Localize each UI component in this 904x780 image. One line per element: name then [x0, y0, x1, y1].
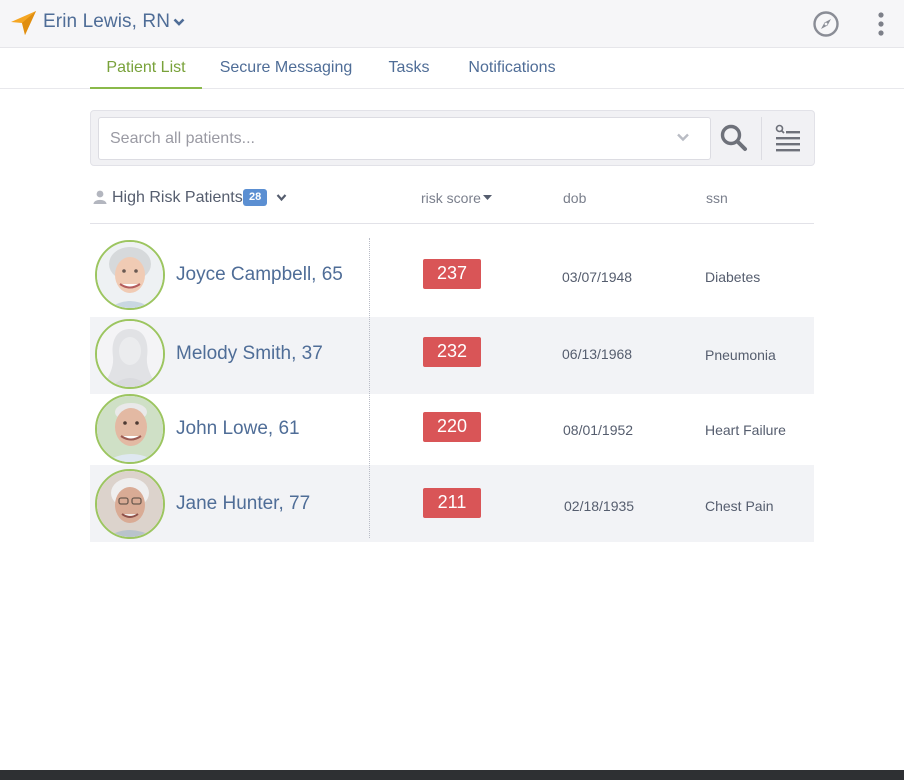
- person-icon: [93, 190, 107, 204]
- compass-icon[interactable]: [812, 10, 840, 38]
- column-header-ssn[interactable]: ssn: [706, 190, 728, 206]
- list-title[interactable]: High Risk Patients: [112, 189, 243, 207]
- bottom-bar: [0, 770, 904, 780]
- tab-patient-list[interactable]: Patient List: [90, 48, 202, 89]
- patient-photo: [97, 396, 163, 462]
- patient-name[interactable]: John Lowe, 61: [176, 418, 300, 440]
- search-input[interactable]: [98, 117, 711, 160]
- patient-row[interactable]: Jane Hunter, 77 211 02/18/1935 Chest Pai…: [90, 465, 814, 542]
- user-name[interactable]: Erin Lewis, RN: [43, 11, 170, 33]
- patient-dob: 03/07/1948: [562, 269, 633, 285]
- search-bar: [90, 110, 815, 166]
- patient-dob: 08/01/1952: [563, 422, 634, 438]
- sort-caret-icon[interactable]: [483, 195, 492, 200]
- chevron-down-icon[interactable]: [276, 193, 287, 202]
- patient-name[interactable]: Jane Hunter, 77: [176, 493, 310, 515]
- chevron-down-icon[interactable]: [173, 17, 185, 27]
- patient-name[interactable]: Melody Smith, 37: [176, 343, 323, 365]
- search-list-icon[interactable]: [775, 124, 801, 152]
- patient-name[interactable]: Joyce Campbell, 65: [176, 264, 343, 286]
- column-header-dob[interactable]: dob: [563, 190, 586, 206]
- risk-score-badge: 211: [423, 488, 481, 518]
- tab-notifications[interactable]: Notifications: [458, 48, 566, 89]
- patient-photo: [97, 242, 163, 308]
- chevron-down-icon[interactable]: [676, 132, 690, 142]
- patient-row[interactable]: John Lowe, 61 220 08/01/1952 Heart Failu…: [90, 394, 814, 465]
- patient-avatar[interactable]: [95, 394, 165, 464]
- top-bar: Erin Lewis, RN: [0, 0, 904, 48]
- patient-avatar[interactable]: [95, 240, 165, 310]
- tab-bar: Patient List Secure Messaging Tasks Noti…: [0, 48, 904, 89]
- kebab-menu-icon[interactable]: [874, 11, 888, 37]
- patient-row[interactable]: Joyce Campbell, 65 237 03/07/1948 Diabet…: [90, 236, 814, 317]
- risk-score-badge: 220: [423, 412, 481, 442]
- patient-condition: Heart Failure: [705, 422, 786, 438]
- column-header-risk-score[interactable]: risk score: [421, 190, 481, 206]
- risk-score-badge: 232: [423, 337, 481, 367]
- patient-dob: 02/18/1935: [564, 498, 635, 514]
- patient-avatar[interactable]: [95, 469, 165, 539]
- list-header: High Risk Patients 28 risk score dob ssn: [90, 180, 814, 224]
- placeholder-avatar-icon: [97, 321, 163, 387]
- patient-condition: Diabetes: [705, 269, 761, 285]
- column-divider: [369, 238, 370, 538]
- risk-score-badge: 237: [423, 259, 481, 289]
- patient-row[interactable]: Melody Smith, 37 232 06/13/1968 Pneumoni…: [90, 317, 814, 394]
- count-badge: 28: [243, 189, 268, 206]
- patient-dob: 06/13/1968: [562, 346, 633, 362]
- navigation-arrow-icon[interactable]: [9, 10, 37, 36]
- tab-secure-messaging[interactable]: Secure Messaging: [212, 48, 360, 89]
- tab-tasks[interactable]: Tasks: [378, 48, 440, 89]
- search-icon[interactable]: [719, 123, 749, 153]
- patient-avatar[interactable]: [95, 319, 165, 389]
- patient-photo: [97, 471, 163, 537]
- patient-condition: Chest Pain: [705, 498, 774, 514]
- divider: [761, 117, 762, 160]
- patient-condition: Pneumonia: [705, 347, 776, 363]
